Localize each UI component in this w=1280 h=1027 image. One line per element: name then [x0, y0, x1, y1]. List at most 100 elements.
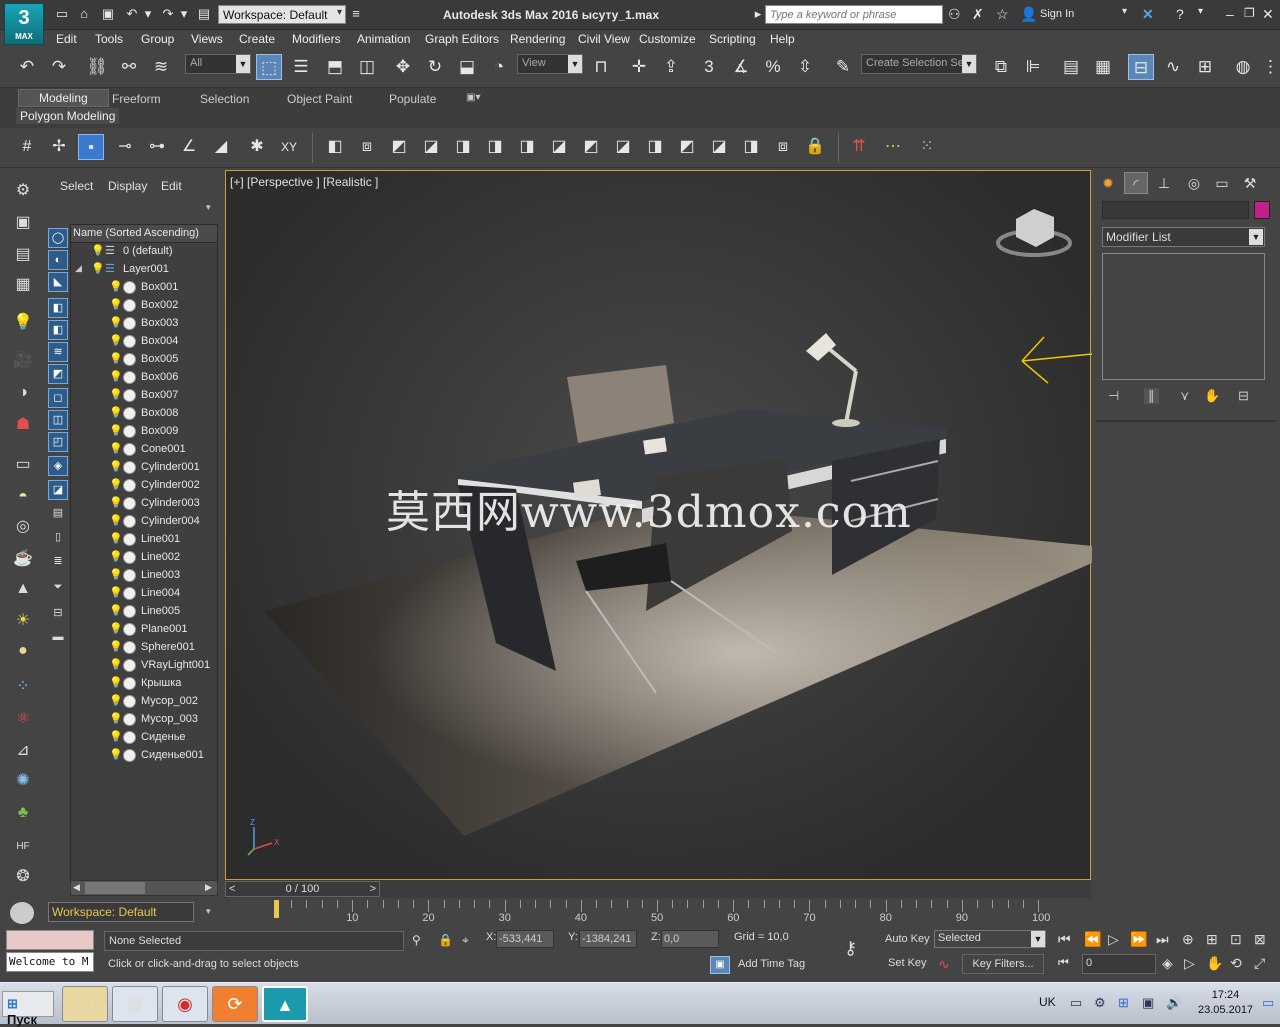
visibility-bulb-icon[interactable]: 💡: [91, 262, 105, 275]
layer-tool-11-icon[interactable]: ◩: [674, 134, 700, 160]
wire-parameters-icon[interactable]: ◧: [322, 134, 348, 160]
object-row[interactable]: 💡 Крышка: [71, 675, 217, 693]
visibility-bulb-icon[interactable]: 💡: [109, 550, 123, 563]
object-row[interactable]: 💡 Сиденье: [71, 729, 217, 747]
object-name-field[interactable]: [1102, 201, 1249, 219]
go-to-start-icon[interactable]: ⏮: [1058, 931, 1071, 948]
page-icon[interactable]: ▯: [48, 528, 68, 548]
pin-stack-icon[interactable]: ⊣: [1108, 388, 1119, 404]
plane-object-icon[interactable]: ▭: [10, 452, 36, 478]
object-row[interactable]: 💡 Box008: [71, 405, 217, 423]
menu-create[interactable]: Create: [239, 32, 275, 46]
layer-tool-5-icon[interactable]: ◨: [482, 134, 508, 160]
tray-display-icon[interactable]: ▣: [1142, 995, 1154, 1011]
explorer-tab-select[interactable]: Select: [60, 179, 93, 193]
snap-to-frozen-icon[interactable]: ✱: [244, 134, 270, 160]
visibility-bulb-icon[interactable]: 💡: [109, 658, 123, 671]
key-filters-button[interactable]: Key Filters...: [962, 954, 1044, 974]
hemisphere-icon[interactable]: ◓: [10, 484, 36, 510]
endpoint-snap-icon[interactable]: ⊸: [112, 134, 138, 160]
file-explorer-taskbar-icon[interactable]: 🗀: [62, 986, 108, 1022]
key-mode-toggle-icon[interactable]: ⏮: [1058, 955, 1069, 970]
communication-center-icon[interactable]: ✗: [972, 6, 984, 23]
selection-lock-icon[interactable]: 🔒: [438, 933, 453, 947]
visibility-bulb-icon[interactable]: 💡: [109, 532, 123, 545]
help-dropdown-icon[interactable]: ▾: [1198, 6, 1203, 17]
material-editor-icon[interactable]: ◍: [1230, 54, 1256, 80]
display-helpers-icon[interactable]: ≋: [48, 342, 68, 362]
light-lister-icon[interactable]: 💡: [10, 310, 36, 336]
menu-views[interactable]: Views: [191, 32, 223, 46]
calculator-taskbar-icon[interactable]: ▦: [112, 986, 158, 1022]
zoom-all-icon[interactable]: ⊞: [1206, 931, 1218, 948]
infocenter-arrow-icon[interactable]: ▸: [750, 6, 766, 22]
tab-object-paint[interactable]: Object Paint: [281, 91, 358, 107]
undo-icon[interactable]: ↶: [124, 6, 140, 22]
select-and-move-icon[interactable]: ✥: [390, 54, 416, 80]
layer-row[interactable]: 💡 ☰ 0 (default): [71, 243, 217, 261]
utilities-panel-icon[interactable]: ⚒: [1238, 172, 1262, 194]
object-color-swatch[interactable]: [1254, 201, 1270, 219]
explorer-horizontal-scrollbar[interactable]: ◀ ▶: [70, 880, 218, 896]
object-row[interactable]: 💡 Box003: [71, 315, 217, 333]
open-file-icon[interactable]: ⌂: [76, 6, 92, 22]
axis-constraint-snap-icon[interactable]: XY: [276, 134, 302, 160]
motion-panel-icon[interactable]: ◎: [1182, 172, 1206, 194]
object-row[interactable]: 💡 Cylinder002: [71, 477, 217, 495]
render-setup-icon[interactable]: ▣: [10, 210, 36, 236]
bind-to-space-warp-icon[interactable]: ≋: [148, 54, 174, 80]
visibility-bulb-icon[interactable]: 💡: [109, 568, 123, 581]
object-row[interactable]: 💡 Sphere001: [71, 639, 217, 657]
undo-icon[interactable]: ↶: [14, 54, 40, 80]
column-header-name[interactable]: Name (Sorted Ascending): [71, 225, 217, 243]
zoom-extents-all-icon[interactable]: ⊠: [1254, 931, 1266, 948]
camera-icon[interactable]: 🎥: [10, 348, 36, 374]
help-icon[interactable]: ?: [1176, 6, 1184, 22]
hair-fur-icon[interactable]: HF: [10, 834, 36, 860]
visibility-bulb-icon[interactable]: 💡: [109, 604, 123, 617]
manipulate-icon[interactable]: ⚙: [10, 178, 36, 204]
pdf-taskbar-icon[interactable]: ⟳: [212, 986, 258, 1022]
absolute-mode-icon[interactable]: ⌖: [462, 933, 469, 948]
application-button[interactable]: 3 MAX: [4, 3, 44, 45]
modifier-stack[interactable]: [1102, 253, 1265, 380]
show-desktop-icon[interactable]: ▭: [1262, 995, 1274, 1011]
sign-in-dropdown-icon[interactable]: ▾: [1122, 6, 1127, 17]
face-snap-icon[interactable]: ◢: [208, 134, 234, 160]
explorer-menu-icon[interactable]: ▾: [206, 202, 211, 213]
workspace-dropdown-icon[interactable]: ▾: [206, 906, 211, 917]
grid-snap-icon[interactable]: #: [14, 134, 40, 160]
object-row[interactable]: 💡 Cylinder001: [71, 459, 217, 477]
zoom-icon[interactable]: ⊕: [1182, 931, 1194, 948]
visibility-bulb-icon[interactable]: 💡: [109, 298, 123, 311]
time-slider[interactable]: < 0 / 100 >: [225, 880, 1091, 898]
track-bar[interactable]: 10 20 30 40 50 60 70 80 90 100: [225, 898, 1091, 928]
layer-tool-9-icon[interactable]: ◪: [610, 134, 636, 160]
maximize-viewport-icon[interactable]: ⤢: [1254, 955, 1265, 972]
globe-icon[interactable]: ✺: [10, 768, 36, 794]
measure-distance-icon[interactable]: ⋯: [880, 134, 906, 160]
minimize-button[interactable]: –: [1226, 6, 1234, 22]
visibility-bulb-icon[interactable]: 💡: [109, 676, 123, 689]
object-row[interactable]: 💡 Line003: [71, 567, 217, 585]
visibility-bulb-icon[interactable]: 💡: [109, 694, 123, 707]
maxscript-mini-listener-output[interactable]: [6, 930, 94, 950]
default-tangents-icon[interactable]: ∿: [938, 956, 950, 973]
chrome-taskbar-icon[interactable]: ◉: [162, 986, 208, 1022]
visibility-bulb-icon[interactable]: 💡: [109, 748, 123, 761]
modifier-list-dropdown[interactable]: Modifier List ▼: [1102, 227, 1265, 247]
make-unique-icon[interactable]: ⋎: [1180, 388, 1190, 404]
visibility-bulb-icon[interactable]: 💡: [109, 586, 123, 599]
visibility-bulb-icon[interactable]: 💡: [109, 514, 123, 527]
quick-access-menu-icon[interactable]: ≡: [348, 6, 364, 22]
current-frame-marker[interactable]: [274, 900, 279, 918]
select-and-rotate-icon[interactable]: ↻: [422, 54, 448, 80]
midpoint-snap-icon[interactable]: ⊶: [144, 134, 170, 160]
document-icon[interactable]: ▤: [10, 242, 36, 268]
start-button[interactable]: ⊞ Пуск: [2, 991, 54, 1027]
display-containers-icon[interactable]: ◈: [48, 456, 68, 476]
object-row[interactable]: 💡 Line002: [71, 549, 217, 567]
visibility-bulb-icon[interactable]: 💡: [109, 640, 123, 653]
x-coord-field[interactable]: -533,441: [496, 930, 554, 948]
mirror-icon[interactable]: ⧉: [988, 54, 1014, 80]
